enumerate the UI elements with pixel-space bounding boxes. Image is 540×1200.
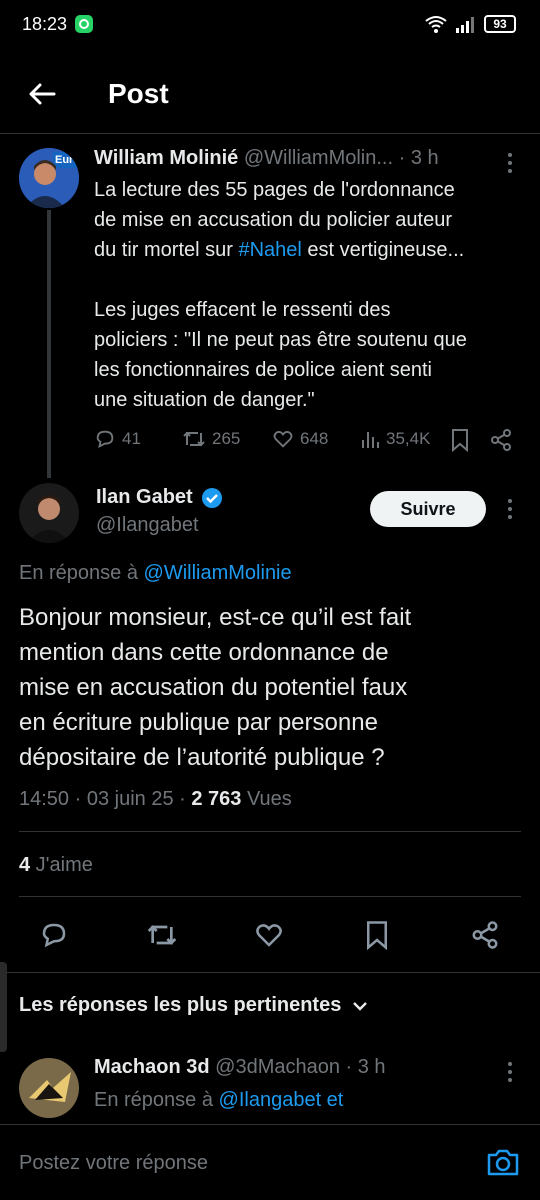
quoted-header: William Molinié @WilliamMolin... · 3 h — [94, 147, 439, 170]
author-handle[interactable]: @WilliamMolin... — [244, 147, 393, 169]
follow-button[interactable]: Suivre — [370, 491, 486, 527]
reply-to-handles[interactable]: @Ilangabet et — [219, 1089, 344, 1111]
retweet-icon[interactable] — [146, 920, 178, 950]
divider — [19, 831, 521, 832]
more-options-button[interactable] — [508, 1062, 514, 1086]
views-count: 2 763 — [191, 788, 242, 810]
verified-badge-icon — [201, 487, 222, 508]
more-options-button[interactable] — [508, 499, 514, 523]
wifi-icon — [425, 16, 447, 33]
signal-icon — [456, 17, 474, 33]
avatar-label: Euro — [55, 154, 79, 166]
reply-to-line: En réponse à @Ilangabet et — [94, 1089, 344, 1111]
author-name[interactable]: Machaon 3d — [94, 1056, 210, 1078]
main-author: Ilan Gabet — [96, 486, 223, 509]
avatar[interactable] — [19, 483, 79, 543]
avatar-image — [19, 1058, 79, 1118]
author-name[interactable]: William Molinié — [94, 147, 238, 169]
views-chart-icon — [362, 432, 379, 448]
quoted-text: La lecture des 55 pages de l'ordonnance … — [94, 179, 467, 411]
reply-count: 41 — [122, 429, 141, 448]
avatar-image — [19, 483, 79, 543]
views-action[interactable]: 35,4K — [360, 428, 430, 450]
page-title: Post — [108, 78, 169, 109]
reply-input[interactable]: Postez votre réponse — [19, 1152, 208, 1175]
reply-action[interactable]: 41 — [94, 428, 141, 450]
comment-icon — [96, 430, 114, 448]
chevron-down-icon — [353, 1001, 368, 1011]
replies-sort-label: Les réponses les plus pertinentes — [19, 994, 342, 1016]
reply-to-handle[interactable]: @WilliamMolinie — [144, 562, 292, 584]
more-options-button[interactable] — [508, 153, 514, 177]
heart-icon — [273, 431, 293, 448]
retweet-count: 265 — [212, 429, 241, 448]
retweet-icon — [183, 431, 205, 447]
reply-composer: Postez votre réponse — [0, 1124, 540, 1200]
post-meta: 14:50 · 03 juin 25 · 2 763 Vues — [19, 788, 292, 810]
status-time: 18:23 — [22, 14, 68, 34]
hashtag-link[interactable]: #Nahel — [238, 239, 301, 261]
avatar[interactable]: Euro — [19, 148, 79, 208]
heart-icon[interactable] — [254, 920, 284, 950]
bookmark-icon[interactable] — [450, 428, 470, 452]
arrow-left-icon — [29, 83, 56, 105]
post-time: · 3 h — [398, 147, 439, 169]
like-count: 648 — [300, 429, 329, 448]
retweet-action[interactable]: 265 — [182, 428, 240, 450]
thread-line — [47, 210, 51, 478]
comment-icon[interactable] — [39, 920, 69, 950]
author-handle[interactable]: @Ilangabet — [96, 514, 199, 537]
battery-indicator: 93 — [484, 15, 516, 33]
author-name[interactable]: Ilan Gabet — [96, 486, 193, 509]
header-divider — [0, 133, 540, 134]
whatsapp-icon — [75, 15, 93, 33]
main-post-text: Bonjour monsieur, est-ce qu’il est fait … — [19, 604, 412, 771]
share-icon[interactable] — [470, 920, 500, 950]
author-handle[interactable]: @3dMachaon — [215, 1056, 340, 1078]
divider — [0, 972, 540, 973]
avatar[interactable] — [19, 1058, 79, 1118]
back-button[interactable] — [20, 72, 64, 116]
share-icon[interactable] — [489, 428, 513, 452]
replies-sort-dropdown[interactable]: Les réponses les plus pertinentes — [19, 994, 369, 1017]
post-time: · 3 h — [345, 1056, 386, 1078]
bookmark-icon[interactable] — [364, 920, 390, 950]
camera-icon[interactable] — [486, 1147, 520, 1177]
reply-header: Machaon 3d @3dMachaon · 3 h — [94, 1056, 386, 1079]
views-count: 35,4K — [386, 429, 431, 448]
reply-to-line: En réponse à @WilliamMolinie — [19, 562, 292, 584]
likes-summary[interactable]: 4 J'aime — [19, 854, 93, 877]
divider — [19, 896, 521, 897]
like-action[interactable]: 648 — [272, 428, 328, 450]
scroll-indicator[interactable] — [0, 962, 7, 1052]
status-bar: 18:23 93 — [0, 0, 540, 50]
